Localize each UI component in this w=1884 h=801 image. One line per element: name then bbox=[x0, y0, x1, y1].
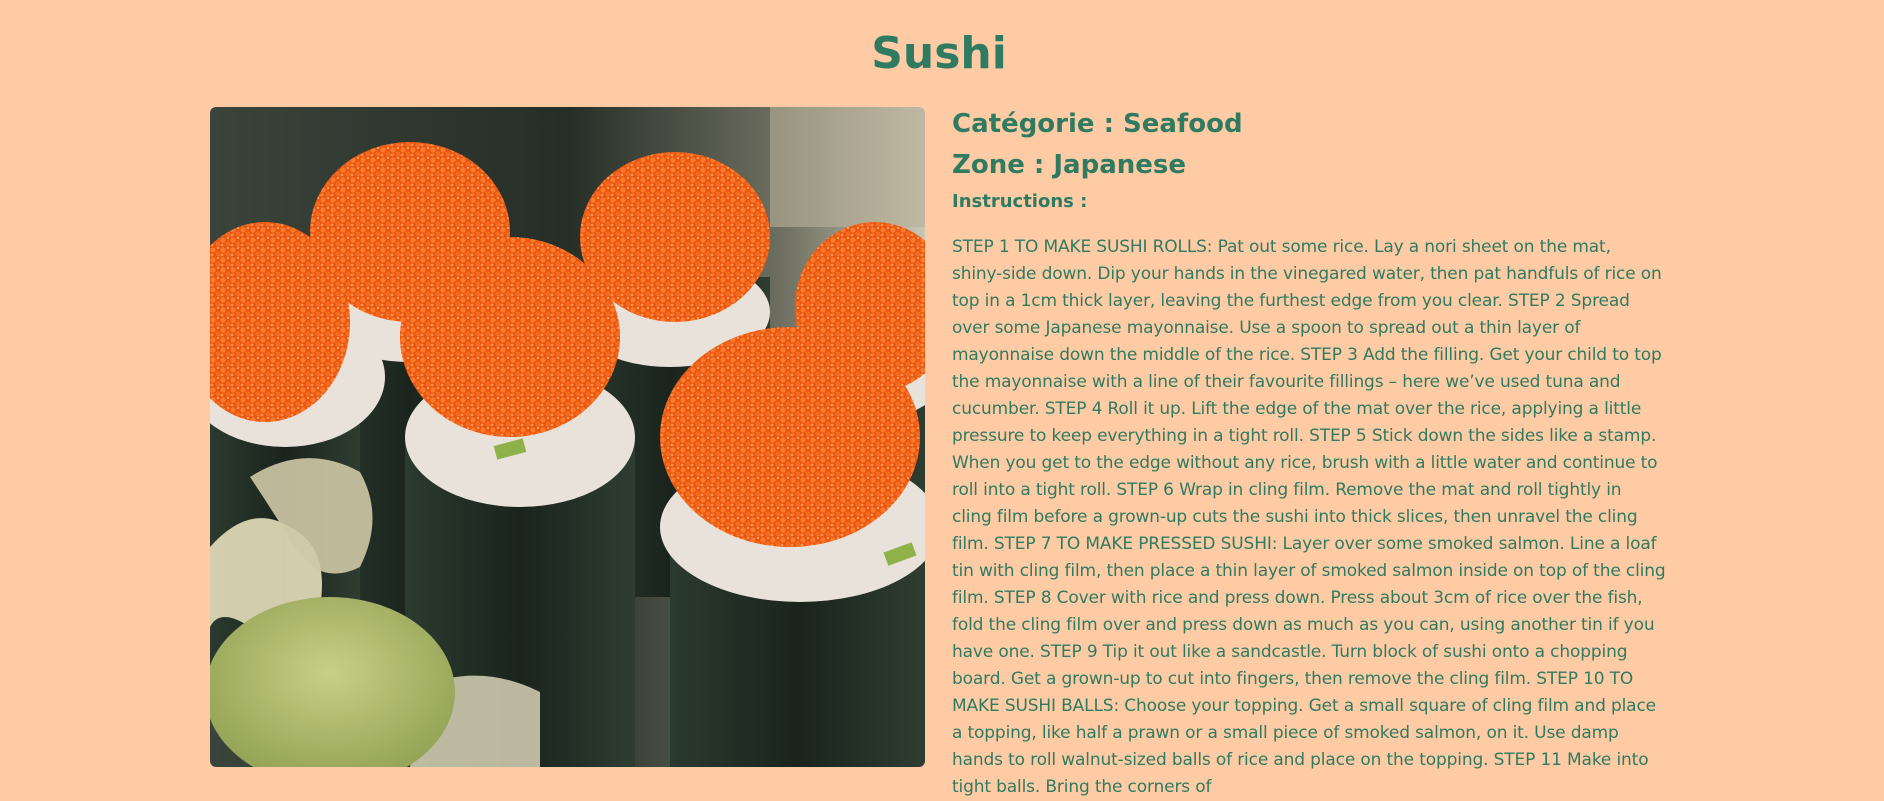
meal-details: Catégorie : Seafood Zone : Japanese Inst… bbox=[952, 107, 1666, 801]
instructions-heading: Instructions : bbox=[952, 191, 1088, 212]
instructions-text: STEP 1 TO MAKE SUSHI ROLLS: Pat out some… bbox=[952, 237, 1666, 797]
zone-label: Zone : Japanese bbox=[952, 150, 1186, 180]
page-title: Sushi bbox=[871, 28, 1007, 79]
dish-photo bbox=[210, 107, 925, 767]
sushi-photo-icon bbox=[210, 107, 925, 767]
category-label: Catégorie : Seafood bbox=[952, 109, 1243, 139]
